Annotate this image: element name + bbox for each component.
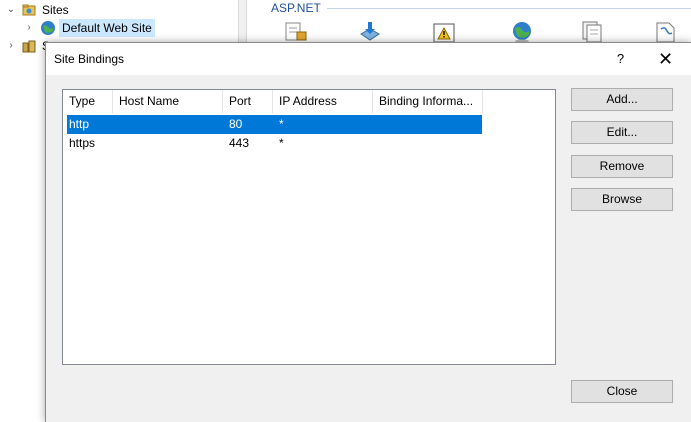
- table-row[interactable]: https 443 *: [67, 134, 482, 153]
- globe-icon[interactable]: [509, 20, 535, 44]
- chevron-right-icon[interactable]: ›: [24, 19, 34, 37]
- app-pools-icon: [22, 39, 36, 53]
- tree-item-label: Default Web Site: [59, 19, 155, 37]
- group-divider: [327, 8, 691, 9]
- document-icon[interactable]: [653, 20, 679, 44]
- cell-type: https: [69, 136, 96, 150]
- cell-type: http: [69, 117, 90, 131]
- tree-item-sites[interactable]: ⌄ Sites: [0, 1, 238, 19]
- edit-button[interactable]: Edit...: [571, 121, 673, 144]
- authorization-icon[interactable]: [283, 20, 309, 44]
- pages-icon[interactable]: [581, 20, 607, 44]
- list-header: Type Host Name Port IP Address Binding I…: [63, 90, 555, 114]
- tree-item-default-web-site[interactable]: › Default Web Site: [0, 19, 238, 37]
- sites-folder-icon: [22, 3, 36, 17]
- bindings-list[interactable]: Type Host Name Port IP Address Binding I…: [62, 89, 556, 365]
- tree-item-label: Sites: [42, 3, 69, 17]
- chevron-right-icon[interactable]: ›: [6, 37, 16, 55]
- remove-button[interactable]: Remove: [571, 155, 673, 178]
- group-title: ASP.NET: [271, 1, 321, 15]
- dialog-title: Site Bindings: [54, 52, 125, 66]
- download-icon[interactable]: [357, 20, 383, 44]
- site-bindings-dialog: Site Bindings ? ✕ Type Host Name Port IP…: [45, 42, 691, 422]
- globe-icon: [40, 20, 56, 36]
- close-icon[interactable]: ✕: [643, 43, 688, 75]
- help-button[interactable]: ?: [598, 43, 643, 75]
- warning-icon[interactable]: [431, 20, 457, 44]
- dialog-titlebar[interactable]: Site Bindings ? ✕: [46, 43, 691, 75]
- chevron-down-icon[interactable]: ⌄: [6, 1, 16, 19]
- column-header-ip-address[interactable]: IP Address: [273, 90, 373, 113]
- column-header-binding-information[interactable]: Binding Informa...: [373, 90, 483, 113]
- column-header-type[interactable]: Type: [63, 90, 113, 113]
- close-button[interactable]: Close: [571, 380, 673, 403]
- cell-ip: *: [279, 117, 284, 131]
- table-row[interactable]: http 80 *: [67, 115, 482, 134]
- browse-button[interactable]: Browse: [571, 188, 673, 211]
- column-header-port[interactable]: Port: [223, 90, 273, 113]
- add-button[interactable]: Add...: [571, 88, 673, 111]
- column-header-host-name[interactable]: Host Name: [113, 90, 223, 113]
- cell-ip: *: [279, 136, 284, 150]
- cell-port: 80: [229, 117, 243, 131]
- cell-port: 443: [229, 136, 250, 150]
